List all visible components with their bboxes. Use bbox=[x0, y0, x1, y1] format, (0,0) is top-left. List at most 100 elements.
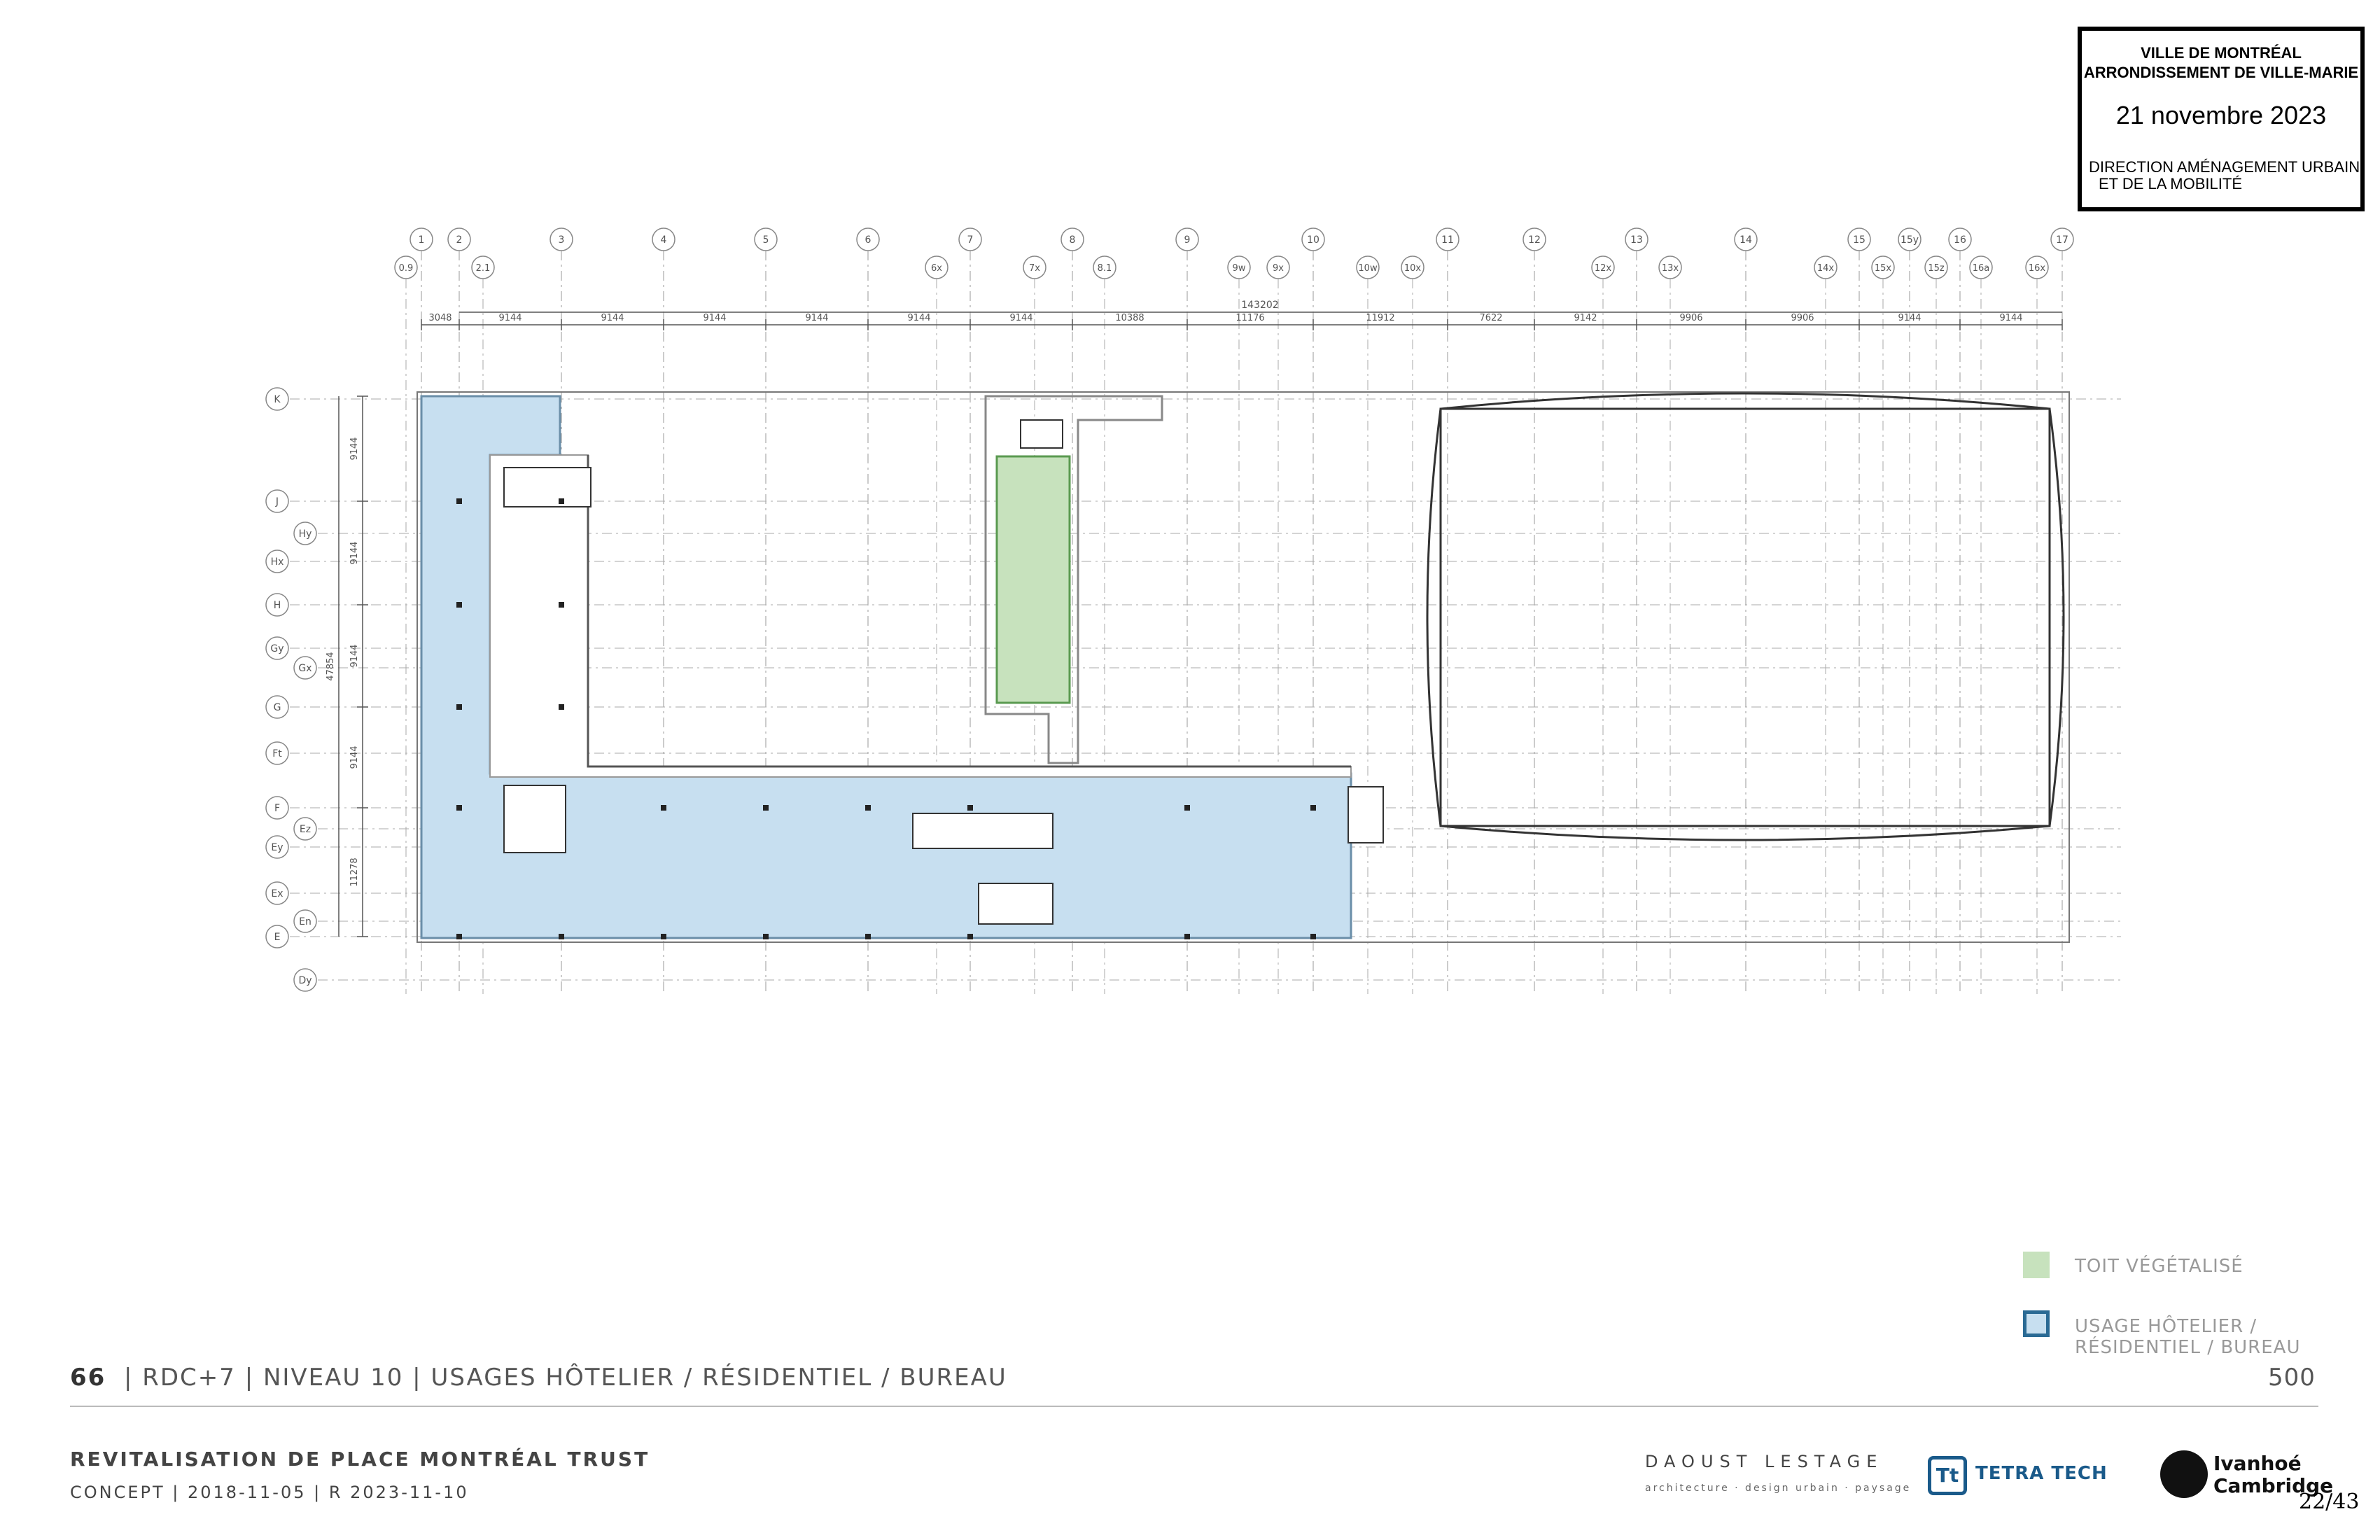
stair-box bbox=[1020, 419, 1063, 449]
grid-bubble-label: 5 bbox=[763, 234, 769, 246]
concept-date: CONCEPT | 2018-11-05 | R 2023-11-10 bbox=[70, 1483, 469, 1502]
structural-column bbox=[763, 805, 769, 811]
stamp-line-2: ARRONDISSEMENT DE VILLE-MARIE bbox=[2083, 64, 2359, 81]
grid-bubble-label: 16 bbox=[1954, 234, 1966, 246]
dimension-label: 3048 bbox=[428, 313, 451, 323]
dimension-label: 11912 bbox=[1366, 313, 1394, 323]
grid-bubble-label: 7 bbox=[967, 234, 974, 246]
sheet-title-text: | RDC+7 | NIVEAU 10 | USAGES HÔTELIER / … bbox=[123, 1364, 1007, 1392]
sheet-page-number: 66 bbox=[70, 1364, 106, 1392]
grid-bubble-label: K bbox=[274, 394, 281, 405]
grid-bubble-label: 10w bbox=[1358, 263, 1378, 274]
grid-bubble-label: 9w bbox=[1233, 263, 1246, 274]
dimension-label: 9144 bbox=[498, 313, 522, 323]
structural-column bbox=[1184, 934, 1190, 939]
legend-blue-label-1: USAGE HÔTELIER / bbox=[2075, 1316, 2258, 1337]
structural-column bbox=[661, 805, 666, 811]
structural-column bbox=[661, 934, 666, 939]
grid-bubble-label: 15y bbox=[1900, 234, 1919, 246]
structural-column bbox=[456, 805, 462, 811]
grid-bubble-label: 2.1 bbox=[476, 263, 491, 274]
core-outline bbox=[489, 454, 1352, 778]
ivanhoe-text: Ivanhoé bbox=[2213, 1452, 2302, 1475]
grid-bubble-label: Dy bbox=[298, 975, 312, 986]
grid-bubble-label: 15z bbox=[1928, 263, 1945, 274]
grid-bubble-label: 14x bbox=[1817, 263, 1835, 274]
grid-bubble-label: 16a bbox=[1973, 263, 1990, 274]
dimension-label: 9144 bbox=[349, 644, 360, 667]
elevator-block bbox=[503, 467, 592, 507]
grid-bubble-label: 8 bbox=[1070, 234, 1076, 246]
grid-bubble-label: Ft bbox=[272, 748, 282, 760]
dimension-label: 10388 bbox=[1115, 313, 1144, 323]
structural-column bbox=[967, 934, 973, 939]
grid-bubble-label: 0.9 bbox=[399, 263, 414, 274]
dimension-label: 7622 bbox=[1479, 313, 1502, 323]
grid-bubble-label: 12x bbox=[1595, 263, 1612, 274]
project-title: REVITALISATION DE PLACE MONTRÉAL TRUST bbox=[70, 1448, 650, 1471]
grid-bubble-label: E bbox=[274, 932, 281, 943]
grid-bubble-label: 13x bbox=[1662, 263, 1679, 274]
grid-bubble-label: 15 bbox=[1853, 234, 1865, 246]
structural-column bbox=[559, 602, 564, 608]
structural-column bbox=[559, 934, 564, 939]
structural-column bbox=[456, 704, 462, 710]
adjacent-building bbox=[1439, 407, 2051, 827]
dimension-label: 9144 bbox=[1898, 313, 1921, 323]
grid-bubble-label: 8.1 bbox=[1098, 263, 1112, 274]
structural-column bbox=[1310, 805, 1316, 811]
grid-bubble-label: 10x bbox=[1404, 263, 1422, 274]
dimension-label: 9142 bbox=[1574, 313, 1597, 323]
grid-bubble-label: Ez bbox=[300, 824, 311, 835]
structural-column bbox=[456, 498, 462, 504]
daoust-lestage-logo: DAOUST LESTAGE bbox=[1645, 1452, 1884, 1471]
divider bbox=[70, 1406, 2318, 1407]
dimension-total: 143202 bbox=[1241, 300, 1278, 311]
stamp-line-1: VILLE DE MONTRÉAL bbox=[2141, 44, 2302, 62]
grid-bubble-label: 14 bbox=[1740, 234, 1752, 246]
approval-stamp: VILLE DE MONTRÉAL ARRONDISSEMENT DE VILL… bbox=[2078, 27, 2365, 211]
grid-bubble-label: Gy bbox=[270, 643, 284, 654]
grid-bubble-label: 1 bbox=[419, 234, 425, 246]
dimension-label: 9144 bbox=[805, 313, 828, 323]
green-roof bbox=[995, 455, 1071, 704]
legend-blue-label-2: RÉSIDENTIEL / BUREAU bbox=[2075, 1337, 2301, 1358]
structural-column bbox=[456, 934, 462, 939]
grid-bubble-label: J bbox=[275, 496, 279, 507]
grid-bubble-label: 12 bbox=[1528, 234, 1541, 246]
floor-plan-drawing: 1 2 3 4 5 6 7 8 9 10 11 12 13 14 15 15y 16 170.9 2.1 6x 7x 8.… bbox=[265, 227, 2121, 994]
page-count: 22/43 bbox=[2299, 1490, 2360, 1514]
tetra-tech-logo: TETRA TECH bbox=[1975, 1463, 2108, 1484]
structural-column bbox=[559, 704, 564, 710]
grid-bubble-label: 15x bbox=[1875, 263, 1892, 274]
dimension-label: 9906 bbox=[1791, 313, 1814, 323]
sheet-title: 66 | RDC+7 | NIVEAU 10 | USAGES HÔTELIER… bbox=[70, 1364, 1007, 1392]
structural-column bbox=[456, 602, 462, 608]
dimension-label: 9144 bbox=[349, 437, 360, 460]
dimension-label: 9144 bbox=[1999, 313, 2022, 323]
stamp-dept-2: ET DE LA MOBILITÉ bbox=[2099, 175, 2242, 192]
grid-bubble-label: 9x bbox=[1273, 263, 1284, 274]
grid-bubble-label: H bbox=[274, 600, 281, 611]
stamp-date: 21 novembre 2023 bbox=[2115, 101, 2327, 130]
grid-bubble-label: 10 bbox=[1307, 234, 1320, 246]
grid-bubble-label: 16x bbox=[2029, 263, 2046, 274]
daoust-lestage-subtitle: architecture · design urbain · paysage bbox=[1645, 1483, 1912, 1494]
stamp-dept-1: DIRECTION AMÉNAGEMENT URBAIN bbox=[2089, 158, 2360, 176]
legend-blue-swatch bbox=[2023, 1310, 2050, 1337]
dimension-label: 9144 bbox=[907, 313, 930, 323]
legend-green-label: TOIT VÉGÉTALISÉ bbox=[2075, 1256, 2244, 1277]
grid-bubble-label: 4 bbox=[661, 234, 667, 246]
dimension-label: 9906 bbox=[1679, 313, 1702, 323]
grid-bubble-label: Ex bbox=[271, 888, 283, 899]
dimension-label: 9144 bbox=[349, 541, 360, 564]
floor-slab bbox=[416, 391, 2070, 943]
tetra-tech-icon: Tt bbox=[1928, 1456, 1967, 1495]
structural-column bbox=[763, 934, 769, 939]
grid-bubble-label: F bbox=[274, 803, 280, 814]
structural-column bbox=[1310, 934, 1316, 939]
grid-bubble-label: 3 bbox=[559, 234, 565, 246]
legend-green-swatch bbox=[2023, 1252, 2050, 1278]
structural-column bbox=[967, 805, 973, 811]
dimension-total-left: 47854 bbox=[326, 652, 336, 680]
